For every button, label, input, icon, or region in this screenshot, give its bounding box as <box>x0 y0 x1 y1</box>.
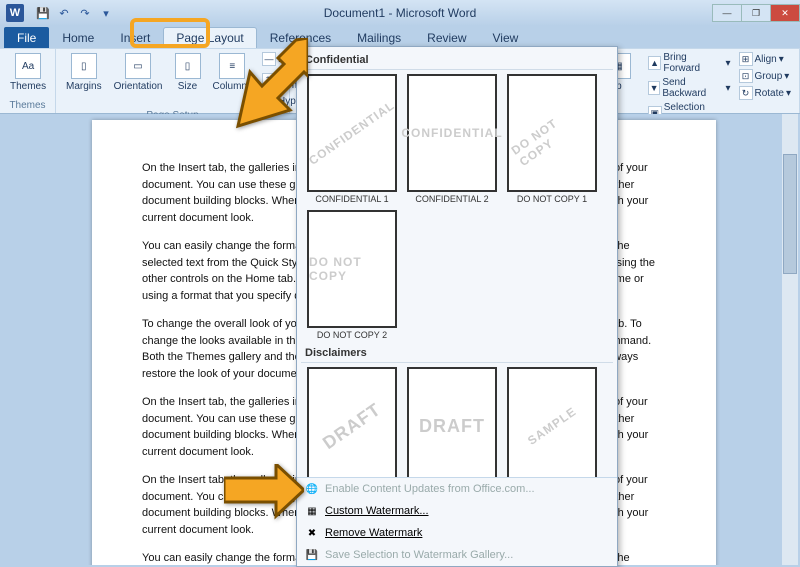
watermark-confidential-2[interactable]: CONFIDENTIALCONFIDENTIAL 2 <box>405 74 499 204</box>
hyphen-icon: bc <box>262 94 276 108</box>
group-arrange: ▦Wrap Text ▲Bring Forward ▾ ▼Send Backwa… <box>588 49 800 113</box>
remove-icon: ✖ <box>305 526 319 540</box>
rotate-icon: ↻ <box>739 86 753 100</box>
gallery-menu: 🌐Enable Content Updates from Office.com.… <box>297 477 617 566</box>
rotate-button[interactable]: ↻Rotate ▾ <box>737 85 794 101</box>
save-selection-gallery[interactable]: 💾Save Selection to Watermark Gallery... <box>297 544 617 566</box>
watermark-custom-icon: ▦ <box>305 504 319 518</box>
send-backward-icon: ▼ <box>648 81 660 95</box>
tab-insert[interactable]: Insert <box>107 27 163 48</box>
orientation-icon: ▭ <box>125 53 151 79</box>
bring-forward-button[interactable]: ▲Bring Forward ▾ <box>646 51 733 75</box>
group-button[interactable]: ⊡Group ▾ <box>737 68 794 84</box>
themes-button[interactable]: Aa Themes <box>6 51 50 94</box>
orientation-button[interactable]: ▭Orientation <box>110 51 167 94</box>
tab-review[interactable]: Review <box>414 27 479 48</box>
tab-mailings[interactable]: Mailings <box>344 27 414 48</box>
save-icon[interactable]: 💾 <box>34 4 52 22</box>
enable-content-updates[interactable]: 🌐Enable Content Updates from Office.com.… <box>297 478 617 500</box>
watermark-do-not-copy-2[interactable]: DO NOT COPYDO NOT COPY 2 <box>305 210 399 340</box>
qat-dropdown-icon[interactable]: ▾ <box>97 4 115 22</box>
minimize-button[interactable]: — <box>712 4 742 22</box>
tab-references[interactable]: References <box>257 27 344 48</box>
themes-icon: Aa <box>15 53 41 79</box>
size-icon: ▯ <box>175 53 201 79</box>
window-controls: — ❐ ✕ <box>713 4 800 22</box>
tab-page-layout[interactable]: Page Layout <box>163 27 256 48</box>
group-themes-label: Themes <box>6 99 49 111</box>
watermark-draft-2[interactable]: DRAFTDRAFT 2 <box>405 367 499 477</box>
size-button[interactable]: ▯Size <box>171 51 205 94</box>
maximize-button[interactable]: ❐ <box>741 4 771 22</box>
tab-home[interactable]: Home <box>49 27 107 48</box>
group-page-setup: ▯Margins ▭Orientation ▯Size ≡Columns —Br… <box>56 49 290 113</box>
watermark-do-not-copy-1[interactable]: DO NOT COPYDO NOT COPY 1 <box>505 74 599 204</box>
redo-icon[interactable]: ↷ <box>76 4 94 22</box>
group-icon: ⊡ <box>739 69 753 83</box>
close-button[interactable]: ✕ <box>770 4 800 22</box>
tab-file[interactable]: File <box>4 27 49 48</box>
remove-watermark[interactable]: ✖Remove Watermark <box>297 522 617 544</box>
save-icon: 💾 <box>305 548 319 562</box>
group-themes: Aa Themes Themes <box>0 49 56 113</box>
watermark-gallery: Confidential CONFIDENTIALCONFIDENTIAL 1 … <box>296 46 618 567</box>
margins-button[interactable]: ▯Margins <box>62 51 106 94</box>
quick-access-toolbar: 💾 ↶ ↷ ▾ <box>34 4 115 22</box>
align-icon: ⊞ <box>739 52 753 66</box>
watermark-confidential-1[interactable]: CONFIDENTIALCONFIDENTIAL 1 <box>305 74 399 204</box>
word-icon: W <box>6 4 24 22</box>
globe-icon: 🌐 <box>305 482 319 496</box>
undo-icon[interactable]: ↶ <box>55 4 73 22</box>
scroll-thumb[interactable] <box>783 154 797 274</box>
title-bar: W 💾 ↶ ↷ ▾ Document1 - Microsoft Word — ❐… <box>0 0 800 26</box>
gallery-section-confidential: Confidential <box>301 51 613 70</box>
line-numbers-icon: 1 <box>262 73 274 87</box>
bring-forward-icon: ▲ <box>648 56 661 70</box>
gallery-section-disclaimers: Disclaimers <box>301 344 613 363</box>
ribbon-tabs: File Home Insert Page Layout References … <box>0 26 800 48</box>
tab-view[interactable]: View <box>480 27 532 48</box>
custom-watermark[interactable]: ▦Custom Watermark... <box>297 500 617 522</box>
vertical-scrollbar[interactable] <box>782 114 798 565</box>
breaks-icon: — <box>262 52 276 66</box>
send-backward-button[interactable]: ▼Send Backward ▾ <box>646 76 733 100</box>
watermark-sample-1[interactable]: SAMPLESAMPLE 1 <box>505 367 599 477</box>
align-button[interactable]: ⊞Align ▾ <box>737 51 794 67</box>
columns-icon: ≡ <box>219 53 245 79</box>
watermark-draft-1[interactable]: DRAFTDRAFT 1 <box>305 367 399 477</box>
columns-button[interactable]: ≡Columns <box>209 51 256 94</box>
window-title: Document1 - Microsoft Word <box>324 6 477 20</box>
margins-icon: ▯ <box>71 53 97 79</box>
